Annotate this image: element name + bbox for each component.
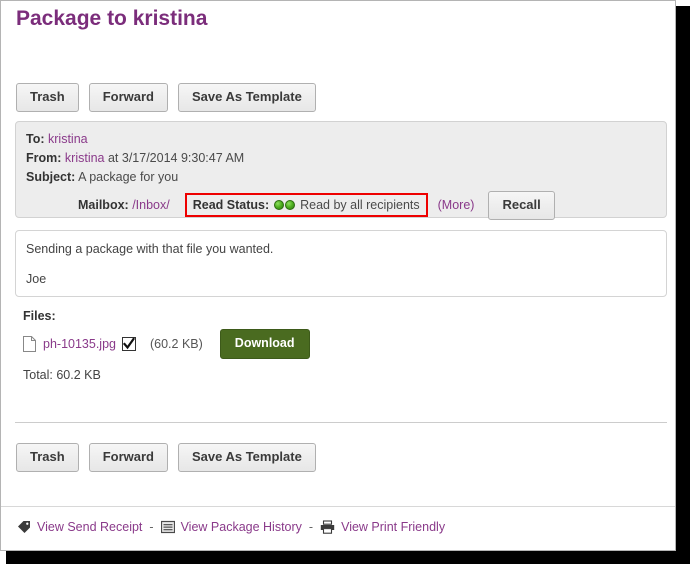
view-package-history-item[interactable]: View Package History [160, 520, 302, 534]
printer-icon [320, 520, 335, 534]
recipient-line: To: kristina [26, 132, 88, 146]
message-signature-line: Joe [26, 272, 47, 286]
footer-links: View Send Receipt - View Package History… [17, 520, 445, 534]
package-info-panel: To: kristina From: kristina at 3/17/2014… [15, 121, 667, 220]
read-status-highlight-box: Read Status: Read by all recipients [184, 193, 428, 217]
read-status-label: Read Status: [192, 198, 270, 212]
to-label: To: [26, 132, 45, 146]
recall-button[interactable]: Recall [488, 190, 555, 220]
from-label: From: [26, 151, 62, 165]
view-send-receipt-item[interactable]: View Send Receipt [17, 520, 142, 534]
subject-value: A package for you [78, 170, 179, 184]
tag-icon [17, 520, 31, 534]
subject-line: Subject: A package for you [26, 170, 178, 184]
message-body: Sending a package with that file you wan… [15, 230, 667, 297]
save-as-template-button-top[interactable]: Save As Template [177, 83, 316, 112]
package-detail-window: Package to kristina Trash Forward Save A… [0, 0, 676, 551]
files-heading: Files: [23, 309, 56, 323]
message-text-line: Sending a package with that file you wan… [26, 242, 274, 256]
to-value[interactable]: kristina [48, 132, 88, 146]
read-status-text: Read by all recipients [300, 198, 420, 212]
sender-line: From: kristina at 3/17/2014 9:30:47 AM [26, 151, 244, 165]
trash-button-top[interactable]: Trash [16, 83, 79, 112]
green-dot-icon [285, 200, 296, 210]
subject-label: Subject: [26, 170, 76, 184]
view-package-history-link[interactable]: View Package History [181, 520, 302, 534]
history-list-icon [160, 520, 175, 534]
document-icon [23, 336, 36, 352]
green-dot-icon [274, 200, 285, 210]
from-timestamp: at 3/17/2014 9:30:47 AM [107, 151, 245, 165]
footer-separator: - [149, 520, 154, 534]
status-row: Mailbox: /Inbox/ Read Status: Read by al… [26, 190, 658, 220]
from-value[interactable]: kristina [65, 151, 105, 165]
footer-divider [1, 506, 675, 507]
trash-button-bottom[interactable]: Trash [16, 443, 79, 472]
toolbar-bottom: Trash Forward Save As Template [16, 443, 316, 472]
files-total: Total: 60.2 KB [23, 368, 101, 382]
mailbox-block: Mailbox: /Inbox/ [78, 198, 170, 212]
file-name-link[interactable]: ph-10135.jpg [43, 337, 116, 351]
section-divider [15, 422, 667, 423]
save-as-template-button-bottom[interactable]: Save As Template [177, 443, 316, 472]
page-title: Package to kristina [16, 7, 208, 30]
footer-separator: - [308, 520, 314, 534]
mailbox-label: Mailbox: [78, 198, 129, 212]
forward-button-bottom[interactable]: Forward [88, 443, 168, 472]
file-select-checkbox[interactable] [116, 337, 136, 351]
toolbar-top: Trash Forward Save As Template [16, 83, 316, 112]
view-send-receipt-link[interactable]: View Send Receipt [37, 520, 142, 534]
more-link[interactable]: (More) [438, 198, 475, 212]
read-status-dots [274, 200, 296, 210]
forward-button-top[interactable]: Forward [88, 83, 168, 112]
file-size: (60.2 KB) [149, 337, 203, 351]
view-print-friendly-link[interactable]: View Print Friendly [341, 520, 445, 534]
files-section: Files: ph-10135.jpg (60.2 KB) Download T… [23, 309, 310, 382]
view-print-friendly-item[interactable]: View Print Friendly [320, 520, 445, 534]
mailbox-value[interactable]: /Inbox/ [132, 198, 170, 212]
download-button[interactable]: Download [219, 329, 310, 359]
file-row: ph-10135.jpg (60.2 KB) Download [23, 329, 310, 359]
